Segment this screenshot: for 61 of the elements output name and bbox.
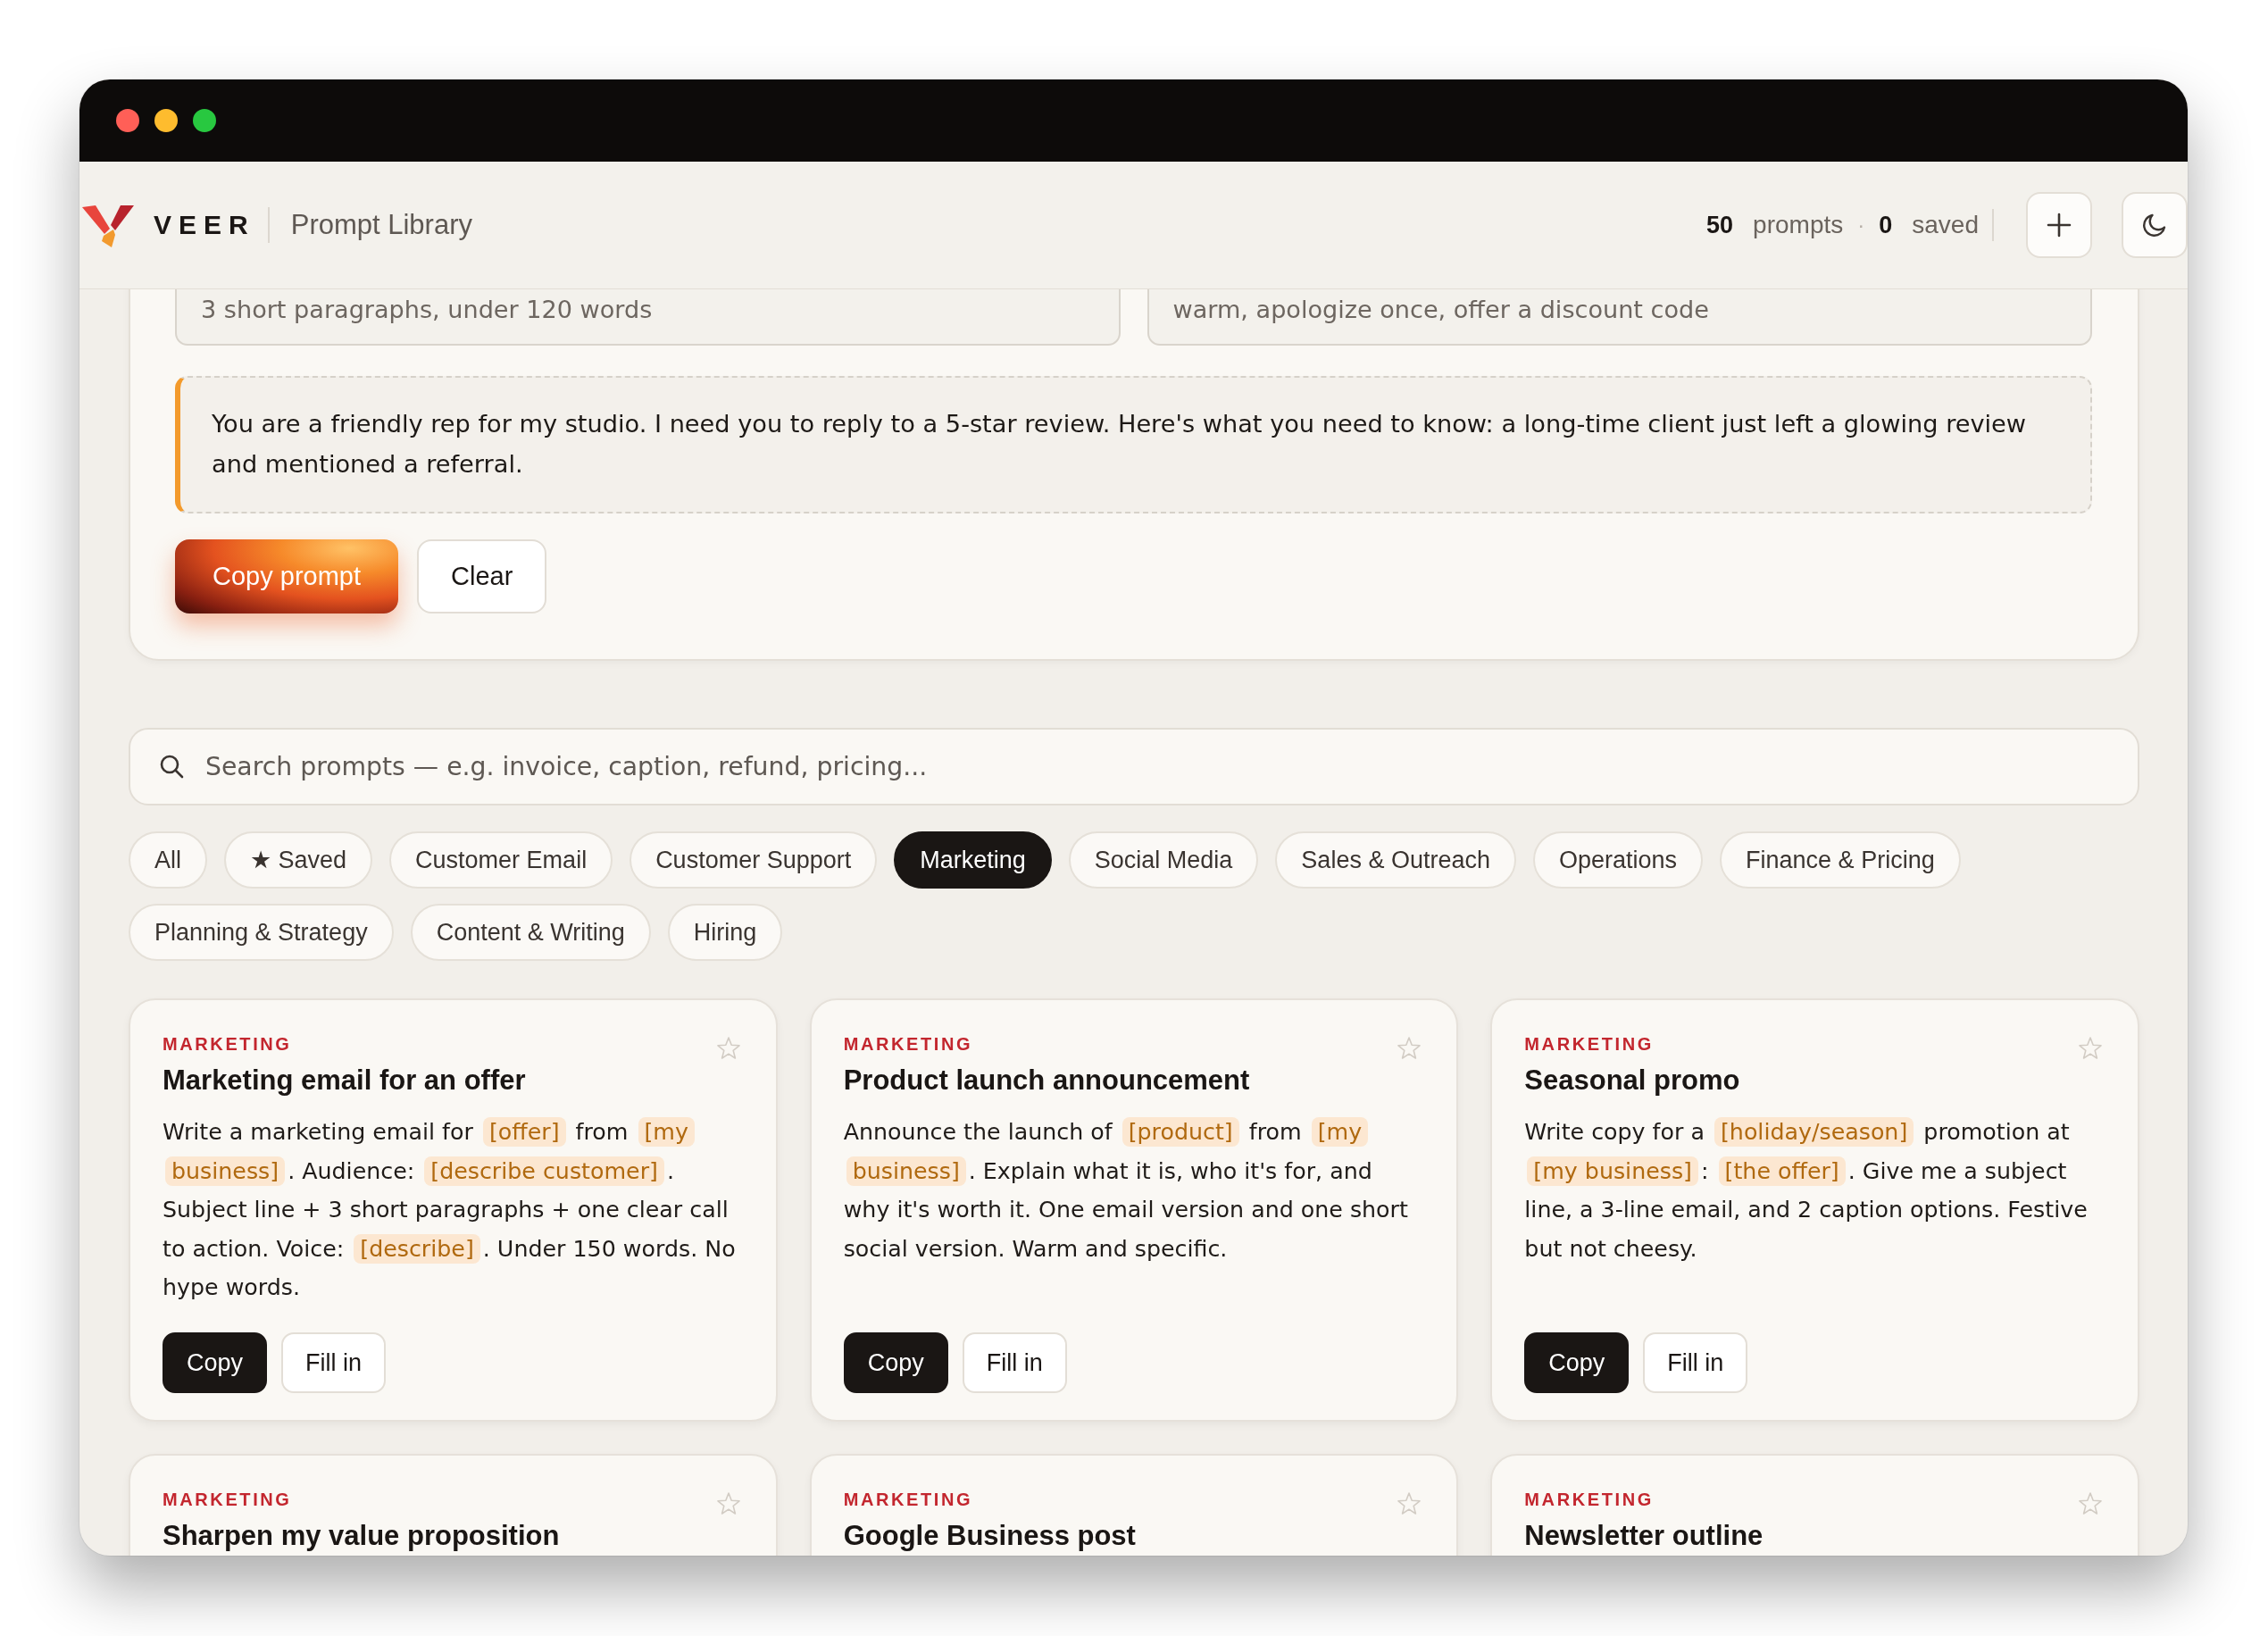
card-title: Product launch announcement bbox=[843, 1065, 1251, 1096]
brand-wordmark: VEER bbox=[154, 210, 255, 240]
category-label: MARKETING bbox=[163, 1489, 292, 1511]
prompt-text: Announce the launch of [product] from [my business] . Explain what it is, who it's for, and why it's worth it. One email version and one short social version. Warm and specific. bbox=[843, 1116, 1409, 1264]
card-title: Newsletter outline bbox=[1524, 1521, 1764, 1551]
filter-chip[interactable]: Marketing bbox=[894, 831, 1052, 889]
fill-in-button[interactable]: Fill in bbox=[1643, 1332, 1748, 1393]
window-close-button[interactable] bbox=[116, 109, 139, 132]
filter-chip[interactable]: Hiring bbox=[667, 904, 783, 961]
copy-button[interactable]: Copy bbox=[163, 1332, 268, 1393]
stat-unit: prompts bbox=[1753, 211, 1844, 239]
filter-chip[interactable]: Operations bbox=[1533, 831, 1704, 889]
stat-count: 0 bbox=[1879, 212, 1893, 239]
fill-in-button[interactable]: Fill in bbox=[962, 1332, 1067, 1393]
filter-chip[interactable]: Finance & Pricing bbox=[1720, 831, 1961, 889]
prompt-preview-text: You are a friendly rep for my studio. I need you to reply to a 5-star review. Here's what you need to know: a long-time client just left a glowing review and mentioned a referral. bbox=[212, 409, 2028, 480]
window-zoom-button[interactable] bbox=[193, 109, 216, 132]
category-label: MARKETING bbox=[843, 1489, 973, 1511]
moon-icon bbox=[2141, 212, 2168, 238]
stat-separator: · bbox=[1857, 213, 1865, 238]
prompt-text: Write copy for a [holiday/season] promotion at [my business] : [the offer] . Give me a subject line, a 3-line email, and 2 caption options. Festive but not cheesy. bbox=[1524, 1116, 2089, 1264]
filter-chip[interactable]: Sales & Outreach bbox=[1275, 831, 1516, 889]
card-title: Google Business post bbox=[843, 1521, 1137, 1551]
input-field[interactable]: 3 short paragraphs, under 120 words bbox=[175, 289, 1121, 346]
fill-in-button[interactable]: Fill in bbox=[281, 1332, 387, 1393]
filter-chip[interactable]: All bbox=[129, 831, 207, 889]
category-label: MARKETING bbox=[163, 1033, 292, 1056]
page-title: Prompt Library bbox=[290, 209, 472, 241]
prompt-text: Write a marketing email for [offer] from [my business] . Audience: [describe customer] . Subject line + 3 short paragraphs + one clear call to action. Voice: [describe] . Under 150 words. No hype words. bbox=[163, 1116, 737, 1302]
input-field[interactable]: warm, apologize once, offer a discount code bbox=[1147, 289, 2092, 346]
category-label: MARKETING bbox=[1524, 1033, 1654, 1056]
star-icon[interactable] bbox=[1397, 1491, 1422, 1516]
card-title: Seasonal promo bbox=[1524, 1065, 1741, 1096]
window-minimize-button[interactable] bbox=[154, 109, 178, 132]
star-icon[interactable] bbox=[715, 1491, 741, 1516]
filter-chip[interactable]: ★ Saved bbox=[224, 831, 373, 889]
clear-button[interactable]: Clear bbox=[417, 539, 547, 614]
add-button[interactable] bbox=[2026, 192, 2092, 258]
star-icon[interactable] bbox=[2078, 1491, 2103, 1516]
star-icon[interactable] bbox=[1397, 1036, 1422, 1061]
copy-button[interactable]: Copy bbox=[1524, 1332, 1630, 1393]
plus-icon bbox=[2046, 212, 2072, 238]
search-icon bbox=[159, 754, 184, 779]
search-field[interactable]: Search prompts — e.g. invoice, caption, refund, pricing... bbox=[129, 728, 2139, 805]
filter-chip[interactable]: Content & Writing bbox=[410, 904, 651, 961]
theme-toggle-button[interactable] bbox=[2122, 192, 2188, 258]
filter-chip[interactable]: Customer Support bbox=[630, 831, 878, 889]
filter-chip[interactable]: Social Media bbox=[1068, 831, 1259, 889]
category-label: MARKETING bbox=[843, 1033, 973, 1056]
star-icon[interactable] bbox=[2078, 1036, 2103, 1061]
star-icon[interactable] bbox=[715, 1036, 741, 1061]
category-label: MARKETING bbox=[1524, 1489, 1654, 1511]
copy-prompt-button[interactable]: Copy prompt bbox=[175, 539, 398, 614]
stat-unit: saved bbox=[1912, 211, 1979, 239]
filter-chip[interactable]: Planning & Strategy bbox=[129, 904, 394, 961]
copy-button[interactable]: Copy bbox=[843, 1332, 948, 1393]
logo-icon bbox=[82, 203, 134, 247]
stat-count: 50 bbox=[1706, 212, 1734, 239]
card-title: Marketing email for an offer bbox=[163, 1065, 527, 1096]
filter-chip[interactable]: Customer Email bbox=[389, 831, 613, 889]
card-title: Sharpen my value proposition bbox=[163, 1521, 561, 1551]
